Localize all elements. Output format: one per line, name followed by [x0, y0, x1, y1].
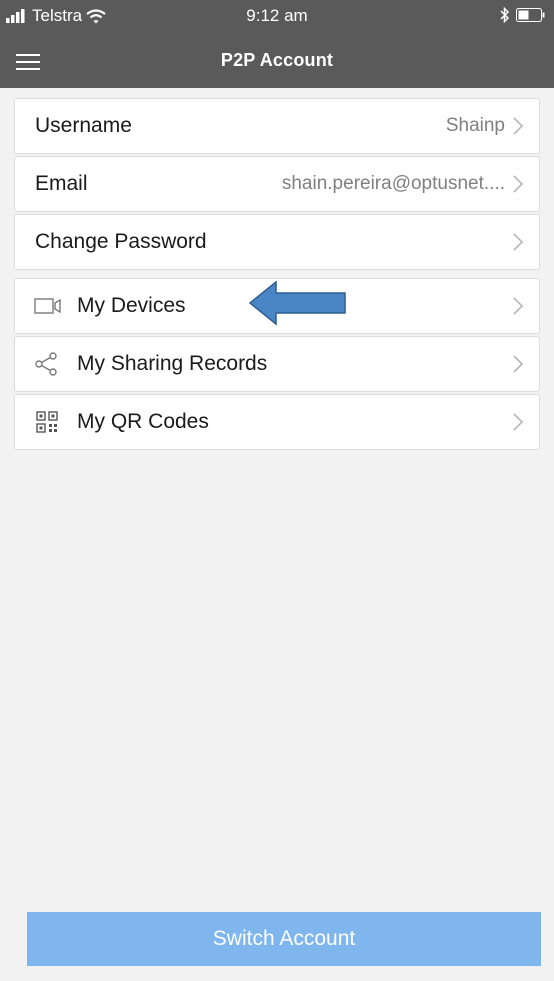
- chevron-right-icon: [513, 233, 524, 251]
- chevron-right-icon: [513, 117, 524, 135]
- chevron-right-icon: [513, 175, 524, 193]
- share-icon: [35, 352, 57, 376]
- bluetooth-icon: [500, 7, 510, 23]
- row-label: Username: [35, 114, 132, 137]
- switch-account-button[interactable]: Switch Account: [27, 912, 541, 966]
- row-label: Email: [35, 172, 88, 195]
- camera-icon: [34, 298, 61, 314]
- username-row[interactable]: Username Shainp: [14, 98, 540, 154]
- change-password-row[interactable]: Change Password: [14, 214, 540, 270]
- battery-icon: [516, 8, 545, 22]
- row-label: Change Password: [35, 230, 207, 253]
- navigation-bar: P2P Account: [0, 34, 554, 88]
- qr-code-icon: [36, 411, 58, 433]
- row-label: My Devices: [77, 294, 186, 317]
- chevron-right-icon: [513, 297, 524, 315]
- my-qr-codes-row[interactable]: My QR Codes: [14, 394, 540, 450]
- row-label: My QR Codes: [77, 410, 209, 433]
- clock: 9:12 am: [246, 6, 308, 25]
- blue-arrow-left-icon: [248, 280, 346, 326]
- email-value: shain.pereira@optusnet....: [281, 173, 505, 194]
- chevron-right-icon: [513, 413, 524, 431]
- page-title: P2P Account: [220, 50, 334, 70]
- chevron-right-icon: [513, 355, 524, 373]
- status-bar: Telstra 9:12 am: [0, 0, 554, 34]
- row-label: My Sharing Records: [77, 352, 268, 375]
- status-right: [500, 7, 546, 23]
- email-row[interactable]: Email shain.pereira@optusnet....: [14, 156, 540, 212]
- my-sharing-records-row[interactable]: My Sharing Records: [14, 336, 540, 392]
- username-value: Shainp: [445, 115, 505, 136]
